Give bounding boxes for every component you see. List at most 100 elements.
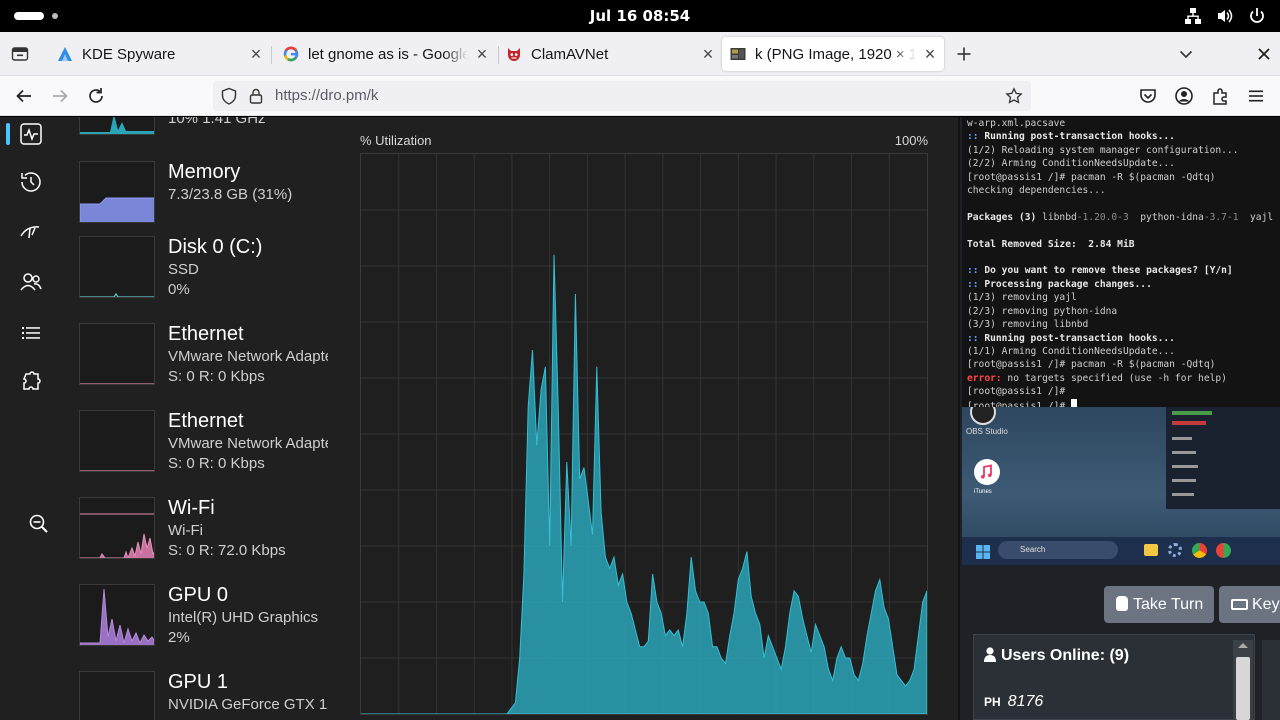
clamav-favicon — [506, 46, 522, 62]
details-list-icon[interactable] — [18, 320, 44, 346]
hamburger-menu-icon[interactable] — [1245, 85, 1267, 107]
tab-clamavnet[interactable]: ClamAVNet × — [500, 37, 722, 71]
itunes-label: iTunes — [974, 489, 992, 495]
tab-google-search[interactable]: let gnome as is - Google Search × — [274, 37, 496, 71]
tile-subtext: S: 0 R: 72.0 Kbps — [168, 542, 286, 559]
tile-wifi[interactable]: Wi-Fi Wi-Fi S: 0 R: 72.0 Kbps — [68, 497, 328, 575]
tile-subtext: 7.3/23.8 GB (31%) — [168, 186, 293, 203]
system-tray[interactable] — [1184, 7, 1266, 25]
bookmark-star-icon[interactable] — [1005, 87, 1023, 105]
keyboard-label: Keyboard — [1252, 596, 1280, 613]
services-puzzle-icon[interactable] — [18, 370, 44, 396]
settings-gear-icon — [1168, 543, 1182, 557]
utilization-max-label: 100% — [894, 133, 928, 148]
tile-name: Wi-Fi — [168, 497, 215, 519]
reload-icon[interactable] — [85, 85, 107, 107]
back-arrow-icon[interactable] — [13, 85, 35, 107]
keyboard-icon — [1231, 599, 1248, 610]
tile-gpu-1[interactable]: GPU 1 NVIDIA GeForce GTX 1650 — [68, 671, 328, 720]
tile-thumbnail — [79, 161, 155, 223]
browser-navigation-bar: https://dro.pm/k — [0, 76, 1280, 116]
url-bar[interactable]: https://dro.pm/k — [213, 81, 1031, 111]
terminal-cursor — [1070, 398, 1077, 407]
close-tab-icon[interactable]: × — [474, 45, 490, 63]
terminal-line: [root@passis1 /]# — [967, 398, 1280, 407]
tile-subtext: S: 0 R: 0 Kbps — [168, 455, 265, 472]
terminal-line: [root@passis1 /]# pacman -R $(pacman -Qd… — [967, 171, 1216, 183]
tab-label: KDE Spyware — [82, 45, 176, 63]
tile-gpu-0[interactable]: GPU 0 Intel(R) UHD Graphics 2% — [68, 584, 328, 662]
tile-subtext: NVIDIA GeForce GTX 1650 — [168, 696, 328, 713]
tile-memory[interactable]: Memory 7.3/23.8 GB (31%) — [68, 161, 328, 239]
side-window-line — [1172, 493, 1194, 496]
terminal-line: error: no targets specified (use -h for … — [967, 372, 1227, 384]
utilization-panel: % Utilization 100% — [340, 117, 958, 720]
forward-arrow-icon[interactable] — [49, 85, 71, 107]
remote-desktop-view: OBS Studio iTunes Search — [962, 407, 1280, 565]
firefox-view-icon[interactable] — [11, 45, 29, 63]
tile-ethernet-1[interactable]: Ethernet VMware Network Adapter S: 0 R: … — [68, 323, 328, 401]
app-history-icon[interactable] — [18, 169, 44, 195]
new-tab-icon[interactable] — [955, 45, 973, 63]
take-turn-label: Take Turn — [1133, 596, 1204, 613]
folder-icon — [1144, 544, 1158, 556]
system-clock[interactable]: Jul 16 08:54 — [0, 7, 1280, 25]
obs-studio-label: OBS Studio — [966, 427, 1008, 436]
tile-thumbnail — [79, 671, 155, 720]
volume-icon[interactable] — [1216, 7, 1234, 25]
page-content-image: 10% 1.41 GHz Memory 7.3/23.8 GB (31%) Di… — [0, 117, 1280, 720]
account-icon[interactable] — [1173, 85, 1195, 107]
tile-subtext: Intel(R) UHD Graphics — [168, 609, 319, 626]
tile-name: GPU 0 — [168, 584, 229, 606]
terminal-line: [root@passis1 /]# — [967, 386, 1066, 398]
side-window-line — [1172, 465, 1198, 468]
utilization-area-series — [361, 254, 928, 715]
terminal-line: Packages (3) libnbd-1.20.0-3 python-idna… — [967, 211, 1274, 223]
kde-favicon — [57, 46, 73, 62]
user-id: 8176 — [1007, 693, 1044, 710]
performance-icon[interactable] — [18, 121, 44, 147]
remote-taskbar-search: Search — [998, 541, 1118, 559]
zoom-out-icon[interactable] — [28, 513, 50, 535]
tile-thumbnail — [79, 323, 155, 385]
close-tab-icon[interactable]: × — [700, 45, 716, 63]
image-favicon — [730, 46, 746, 62]
list-all-tabs-icon[interactable] — [1177, 45, 1195, 63]
task-manager-nav-rail — [0, 117, 62, 720]
close-window-icon[interactable] — [1255, 45, 1273, 63]
terminal-line: :: Do you want to remove these packages?… — [967, 265, 1233, 277]
keyboard-button[interactable]: Keyboard — [1219, 586, 1280, 623]
tile-disk[interactable]: Disk 0 (C:) SSD 0% — [68, 236, 328, 314]
terminal-line: checking dependencies... — [967, 185, 1106, 197]
terminal-line: (2/2) Arming ConditionNeedsUpdate... — [967, 158, 1175, 170]
tab-kde-spyware[interactable]: KDE Spyware × — [48, 37, 270, 71]
terminal-line: :: Running post-transaction hooks... — [967, 131, 1175, 143]
power-icon[interactable] — [1248, 7, 1266, 25]
users-icon[interactable] — [18, 269, 44, 295]
tracking-protection-icon[interactable] — [220, 87, 238, 105]
close-tab-icon[interactable]: × — [248, 45, 264, 63]
pocket-icon[interactable] — [1137, 85, 1159, 107]
tile-cpu-partial[interactable]: 10% 1.41 GHz — [68, 117, 328, 151]
utilization-graph-svg — [361, 154, 928, 715]
tab-png-image[interactable]: k (PNG Image, 1920 × 1080 pixels) × — [722, 37, 944, 71]
close-tab-icon[interactable]: × — [922, 45, 938, 63]
take-turn-button[interactable]: Take Turn — [1104, 586, 1214, 623]
startup-apps-icon[interactable] — [18, 219, 44, 245]
lock-icon[interactable] — [247, 87, 265, 105]
remote-side-window — [1166, 407, 1280, 509]
tile-subtext: 10% 1.41 GHz — [168, 117, 266, 127]
extensions-icon[interactable] — [1209, 85, 1231, 107]
tile-ethernet-2[interactable]: Ethernet VMware Network Adapter S: 0 R: … — [68, 410, 328, 488]
users-scrollbar-thumb[interactable] — [1236, 657, 1250, 720]
network-icon[interactable] — [1184, 7, 1202, 25]
scroll-up-arrow-icon[interactable] — [1238, 643, 1248, 648]
side-window-line — [1172, 479, 1196, 482]
tab-label: k (PNG Image, 1920 × 1080 pixels) — [755, 45, 916, 63]
url-text[interactable]: https://dro.pm/k — [275, 87, 378, 104]
tile-name: Ethernet — [168, 410, 244, 432]
remote-desktop-panel: w-arp.xml.pacsave:: Running post-transac… — [958, 117, 1280, 720]
side-window-line — [1172, 437, 1192, 440]
tile-subtext: VMware Network Adapter — [168, 348, 328, 365]
